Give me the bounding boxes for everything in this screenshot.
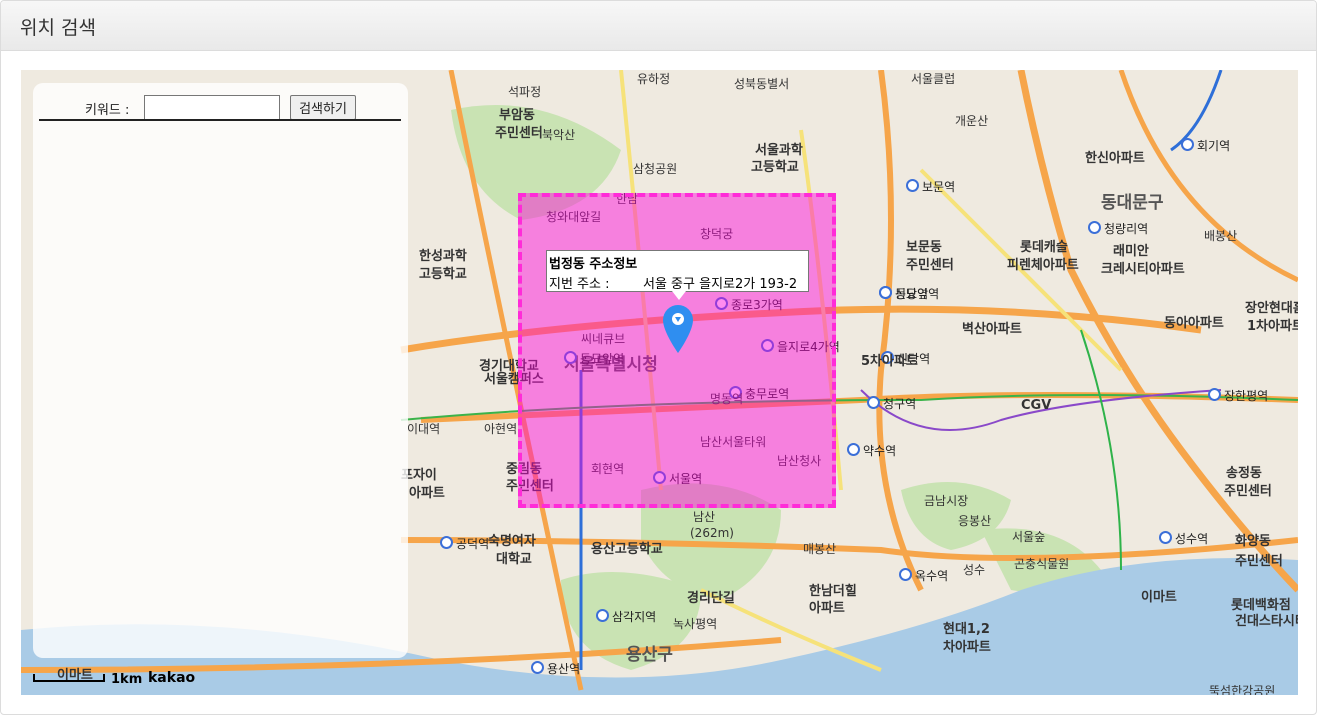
map-label: 크레시티아파트 [1101,262,1185,277]
map-label: 고등학교 [751,160,799,175]
map-label: 부암동 [499,108,535,123]
map-label: 용산구 [626,645,673,665]
page-title: 위치 검색 [20,17,96,39]
map-label: 1차아파트 [1247,319,1298,334]
map-label: 5차아파트 [861,354,918,369]
map-label: 성수 [963,563,986,577]
map-label: 회기역 [1181,137,1230,154]
map-label: 경리단길 [687,591,735,606]
map-label: 한신아파트 [1085,151,1145,166]
map-label: 대학교 [496,552,532,567]
map-label: 화양동 [1235,534,1271,549]
map-label: 동대문구 [1101,193,1164,213]
map-label: 녹사평역 [673,617,718,631]
map-label: 건대스타시티 [1235,614,1298,629]
map-label: 주민센터 [495,126,543,141]
map-label: 삼청공원 [633,162,678,176]
search-button[interactable]: 검색하기 [290,95,356,120]
map-label: 롯데캐슬 [1020,240,1068,255]
map-label: 현대1,2 [943,622,990,637]
scale-bar [33,674,105,682]
keyword-label: 키워드 : [85,103,130,118]
map-label: 고등학교 [419,267,467,282]
map-label: 곤충식물원 [1014,557,1070,571]
map-label: 용산역 [531,660,580,677]
map-label: 배봉산 [1204,229,1238,243]
map-label: 숙명여자 [488,534,536,549]
map-label: 이마트 [1141,590,1177,605]
map-label: 용산고등학교 [591,542,663,557]
panel-heading: 위치 검색 [1,1,1316,51]
map-label: 장안현대홈 [1245,301,1298,316]
map-label: 보문역 [906,178,955,195]
map-label: 서울클럽 [911,72,956,86]
map-label: 아현역 [484,422,518,436]
map-label: 주민센터 [1235,554,1283,569]
map-label: 공덕역 [440,535,489,552]
map-label: 아파트 [809,601,845,616]
search-row: 키워드 : 검색하기 [33,89,408,120]
map-label: 북악산 [542,128,576,142]
map-label: 보문동 [906,240,942,255]
map-label: 옥수역 [899,567,948,584]
map-label: 금남시장 [924,494,969,508]
location-marker-icon[interactable] [660,302,696,354]
map-view[interactable]: 서울특별시청 석파정 부암동 주민센터 북악산 삼청공원 서울과학 고등학교 성북동별서 유하정 개… [21,70,1298,695]
map-label: 약수역 [847,442,896,459]
map-label: 동아아파트 [1164,316,1224,331]
map-label: 래미안 [1113,244,1149,259]
map-label: 피렌체아파트 [1007,258,1079,273]
address-info-window: 법정동 주소정보 지번 주소 : 서울 중구 을지로2가 193-2 [546,250,809,292]
map-label: 주민센터 [1224,484,1272,499]
map-label: 응봉산 [958,514,992,528]
map-label: 이대역 [407,422,441,436]
info-address-value: 서울 중구 을지로2가 193-2 [643,277,798,292]
map-label: 벽산아파트 [962,322,1022,337]
map-label: 삼각지역 [596,608,656,625]
kakao-logo: kakao [148,670,196,686]
map-label: 한성과학 [419,249,467,264]
map-label: 청량리역 [1088,220,1148,237]
map-label: 성수역 [1159,530,1208,547]
location-search-panel: 위치 검색 서울특별시청 석파정 부암동 주민센터 북악산 삼청공원 서울과학 … [0,0,1317,715]
map-label: 서울숲 [1012,530,1046,544]
map-label: 청구역 [867,395,916,412]
scale-label: 1km [111,672,143,687]
map-label: 유하정 [637,72,671,86]
map-label: CGV [1021,398,1052,413]
keyword-input[interactable] [144,95,280,120]
search-panel: 키워드 : 검색하기 [33,83,408,658]
info-window-title: 법정동 주소정보 [549,257,638,272]
map-label: 아파트 [409,486,445,501]
map-label: 남산 [693,510,716,524]
map-label: 차아파트 [943,640,991,655]
map-label: 주민센터 [906,258,954,273]
map-label: 장한평역 [1208,387,1268,404]
map-label: 송정동 [1226,466,1262,481]
map-label: 신당역 [879,285,928,302]
map-label: 개운산 [955,114,989,128]
map-label: 성북동별서 [734,77,790,91]
info-window-tail [672,291,686,300]
map-label: 뚝섬한강공원 [1209,684,1276,695]
map-label: 매봉산 [803,542,837,556]
info-address-label: 지번 주소 : [549,277,610,292]
map-label: (262m) [690,526,734,540]
search-divider [39,119,401,121]
map-label: 석파정 [508,85,542,99]
